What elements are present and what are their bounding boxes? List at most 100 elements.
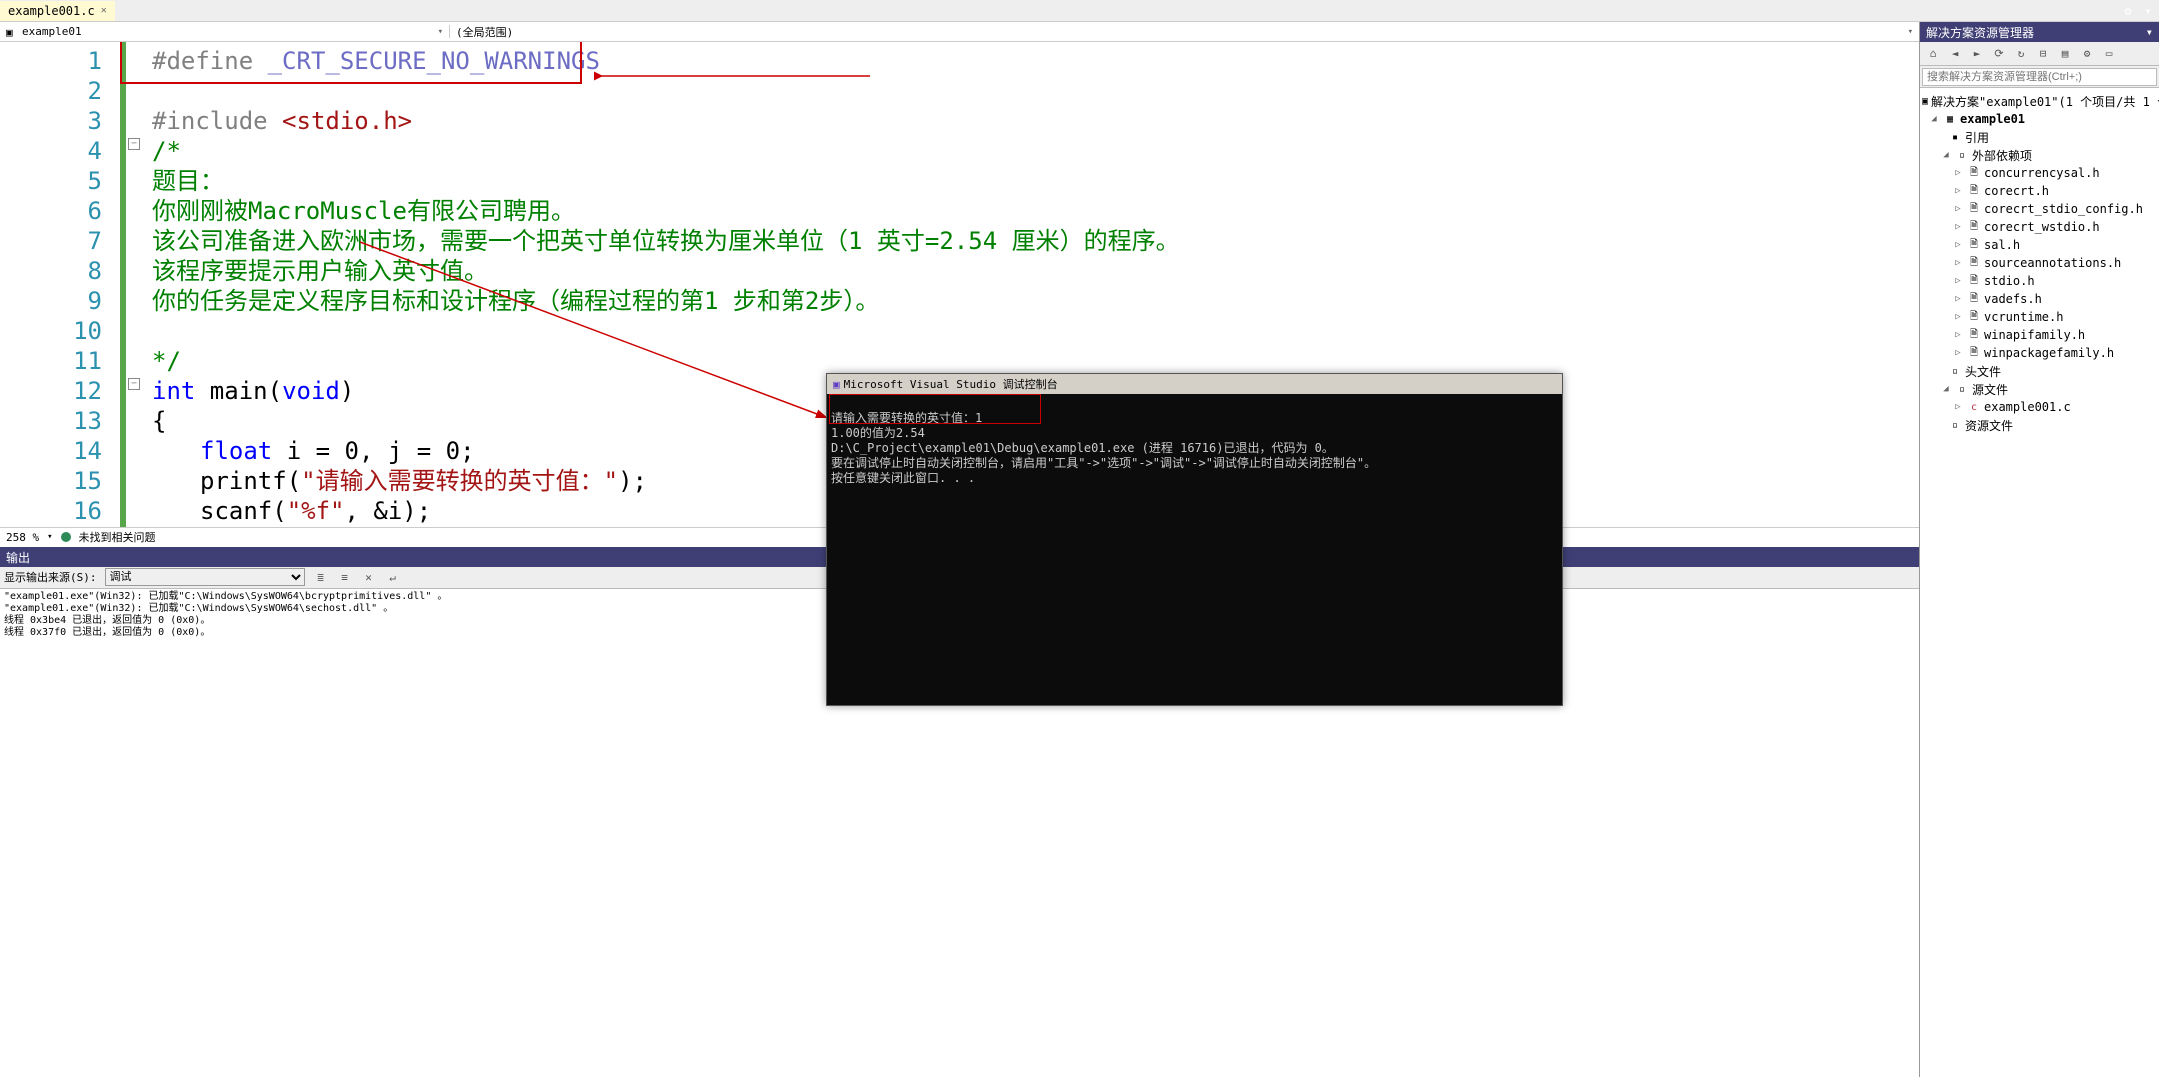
expand-icon[interactable]: ▷ xyxy=(1952,222,1964,232)
solution-explorer-toolbar: ⌂ ◄ ► ⟳ ↻ ⊟ ▤ ⚙ ▭ xyxy=(1920,42,2159,66)
c-file-icon: c xyxy=(1967,400,1981,414)
expand-icon[interactable]: ▷ xyxy=(1952,204,1964,214)
resource-folder-node[interactable]: ▫ 资源文件 xyxy=(1920,416,2159,434)
change-marker xyxy=(120,42,126,527)
output-source-select[interactable]: 调试 xyxy=(105,568,305,586)
status-msg: 未找到相关问题 xyxy=(79,529,156,545)
h-file-icon: 🗎 xyxy=(1967,346,1981,360)
project-node[interactable]: ◢ ▦ example01 xyxy=(1920,110,2159,128)
chevron-down-icon: ▾ xyxy=(438,27,443,37)
expand-icon[interactable]: ▷ xyxy=(1952,186,1964,196)
preview-icon[interactable]: ▭ xyxy=(2100,45,2118,63)
h-file-icon: 🗎 xyxy=(1967,202,1981,216)
scope-symbol-label: (全局范围) xyxy=(456,24,513,40)
solution-tree[interactable]: ▣ 解决方案"example01"(1 个项目/共 1 个) ◢ ▦ examp… xyxy=(1920,88,2159,1077)
h-file-icon: 🗎 xyxy=(1967,238,1981,252)
fold-toggle[interactable]: − xyxy=(128,138,140,150)
tab-label: example001.c xyxy=(8,4,95,18)
fold-toggle[interactable]: − xyxy=(128,378,140,390)
header-folder-node[interactable]: ▫ 头文件 xyxy=(1920,362,2159,380)
expand-icon[interactable]: ▷ xyxy=(1952,240,1964,250)
header-file-node[interactable]: ▷🗎corecrt_stdio_config.h xyxy=(1920,200,2159,218)
scope-symbol-dropdown[interactable]: (全局范围) ▾ xyxy=(450,24,1919,40)
expand-icon[interactable]: ◢ xyxy=(1940,150,1952,160)
chevron-down-icon[interactable]: ▾ xyxy=(47,532,52,542)
collapse-icon[interactable]: ⊟ xyxy=(2034,45,2052,63)
file-tab[interactable]: example001.c ✕ xyxy=(0,1,115,21)
source-folder-node[interactable]: ◢ ▫ 源文件 xyxy=(1920,380,2159,398)
header-file-node[interactable]: ▷🗎winpackagefamily.h xyxy=(1920,344,2159,362)
clear-icon[interactable]: ✕ xyxy=(361,569,377,585)
folder-icon: ▫ xyxy=(1948,364,1962,378)
line-number-gutter: 1234567891011121314151617181920 xyxy=(0,42,120,527)
expand-icon[interactable]: ▷ xyxy=(1952,402,1964,412)
h-file-icon: 🗎 xyxy=(1967,256,1981,270)
references-node[interactable]: ▪ 引用 xyxy=(1920,128,2159,146)
solution-node[interactable]: ▣ 解决方案"example01"(1 个项目/共 1 个) xyxy=(1920,92,2159,110)
output-tool-icon[interactable]: ≡ xyxy=(337,569,353,585)
h-file-icon: 🗎 xyxy=(1967,310,1981,324)
header-file-node[interactable]: ▷🗎stdio.h xyxy=(1920,272,2159,290)
header-file-node[interactable]: ▷🗎corecrt.h xyxy=(1920,182,2159,200)
folder-icon: ▫ xyxy=(1955,148,1969,162)
h-file-icon: 🗎 xyxy=(1967,184,1981,198)
gear-icon[interactable]: ⚙ xyxy=(2121,4,2135,18)
expand-icon[interactable]: ▷ xyxy=(1952,168,1964,178)
expand-icon[interactable]: ▷ xyxy=(1952,258,1964,268)
expand-icon[interactable]: ▷ xyxy=(1952,312,1964,322)
folder-icon: ▫ xyxy=(1955,382,1969,396)
properties-icon[interactable]: ⚙ xyxy=(2078,45,2096,63)
chevron-down-icon[interactable]: ▾ xyxy=(2141,4,2155,18)
chevron-down-icon: ▾ xyxy=(1908,27,1913,37)
sync-icon[interactable]: ⟳ xyxy=(1990,45,2008,63)
scope-project-label: example01 xyxy=(22,25,82,38)
expand-icon[interactable]: ▷ xyxy=(1952,348,1964,358)
scope-bar: ▣ example01 ▾ (全局范围) ▾ xyxy=(0,22,1919,42)
word-wrap-icon[interactable]: ↵ xyxy=(385,569,401,585)
expand-icon[interactable]: ◢ xyxy=(1928,114,1940,124)
h-file-icon: 🗎 xyxy=(1967,274,1981,288)
back-icon[interactable]: ◄ xyxy=(1946,45,1964,63)
header-file-node[interactable]: ▷🗎sourceannotations.h xyxy=(1920,254,2159,272)
solution-icon: ▣ xyxy=(1922,94,1928,108)
forward-icon[interactable]: ► xyxy=(1968,45,1986,63)
console-output: 请输入需要转换的英寸值：11.00的值为2.54D:\C_Project\exa… xyxy=(827,394,1562,705)
refresh-icon[interactable]: ↻ xyxy=(2012,45,2030,63)
header-file-node[interactable]: ▷🗎concurrencysal.h xyxy=(1920,164,2159,182)
status-ok-icon xyxy=(61,532,71,542)
home-icon[interactable]: ⌂ xyxy=(1924,45,1942,63)
solution-search xyxy=(1920,66,2159,88)
debug-console-window[interactable]: ▣ Microsoft Visual Studio 调试控制台 请输入需要转换的… xyxy=(826,373,1563,706)
scope-project-dropdown[interactable]: ▣ example01 ▾ xyxy=(0,25,450,38)
solution-explorer-title[interactable]: 解决方案资源管理器 ▾ xyxy=(1920,22,2159,42)
folder-icon: ▫ xyxy=(1948,418,1962,432)
h-file-icon: 🗎 xyxy=(1967,166,1981,180)
expand-icon[interactable]: ▷ xyxy=(1952,330,1964,340)
show-all-icon[interactable]: ▤ xyxy=(2056,45,2074,63)
source-file-node[interactable]: ▷ c example001.c xyxy=(1920,398,2159,416)
close-icon[interactable]: ✕ xyxy=(101,5,107,16)
header-file-node[interactable]: ▷🗎vadefs.h xyxy=(1920,290,2159,308)
console-icon: ▣ xyxy=(833,378,840,391)
fold-gutter[interactable]: − − xyxy=(128,42,146,527)
header-file-node[interactable]: ▷🗎winapifamily.h xyxy=(1920,326,2159,344)
expand-icon[interactable]: ▷ xyxy=(1952,276,1964,286)
external-deps-node[interactable]: ◢ ▫ 外部依赖项 xyxy=(1920,146,2159,164)
output-tool-icon[interactable]: ≣ xyxy=(313,569,329,585)
expand-icon[interactable]: ▷ xyxy=(1952,294,1964,304)
header-file-node[interactable]: ▷🗎sal.h xyxy=(1920,236,2159,254)
header-file-node[interactable]: ▷🗎corecrt_wstdio.h xyxy=(1920,218,2159,236)
h-file-icon: 🗎 xyxy=(1967,220,1981,234)
chevron-down-icon[interactable]: ▾ xyxy=(2146,25,2153,39)
console-titlebar[interactable]: ▣ Microsoft Visual Studio 调试控制台 xyxy=(827,374,1562,394)
zoom-dropdown[interactable]: 258 % xyxy=(6,531,39,544)
solution-search-input[interactable] xyxy=(1922,68,2157,86)
h-file-icon: 🗎 xyxy=(1967,292,1981,306)
output-from-label: 显示输出来源(S): xyxy=(4,569,97,585)
project-icon: ▦ xyxy=(1943,112,1957,126)
project-icon: ▣ xyxy=(6,26,18,38)
h-file-icon: 🗎 xyxy=(1967,328,1981,342)
expand-icon[interactable]: ◢ xyxy=(1940,384,1952,394)
tab-strip: example001.c ✕ ⚙ ▾ xyxy=(0,0,2159,22)
header-file-node[interactable]: ▷🗎vcruntime.h xyxy=(1920,308,2159,326)
